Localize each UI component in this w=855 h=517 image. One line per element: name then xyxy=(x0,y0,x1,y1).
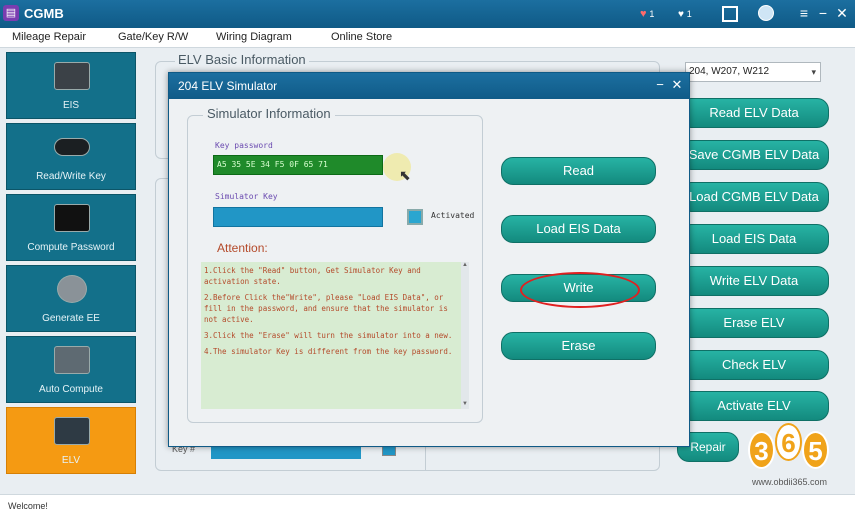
status-text: Welcome! xyxy=(8,501,48,511)
key-password-input[interactable]: A5 35 5E 34 F5 0F 65 71 xyxy=(213,155,383,175)
watermark-digit: 3 xyxy=(748,431,775,469)
watermark-digit: 6 xyxy=(775,423,802,461)
eis-icon xyxy=(54,62,90,90)
dialog-title: 204 ELV Simulator xyxy=(169,73,689,99)
menu-gate-key[interactable]: Gate/Key R/W xyxy=(118,31,188,43)
device-icon xyxy=(54,204,90,232)
globe-icon[interactable] xyxy=(758,5,774,21)
note-item: 4.The simulator Key is different from th… xyxy=(204,347,453,356)
simulator-key-label: Simulator Key xyxy=(215,192,278,201)
sidebar-item-eis[interactable]: EIS xyxy=(6,52,136,119)
menu-wiring-diagram[interactable]: Wiring Diagram xyxy=(216,31,292,43)
watermark-digit: 5 xyxy=(802,431,829,469)
write-elv-data-button[interactable]: Write ELV Data xyxy=(679,266,829,296)
heart-indicator[interactable]: ♥ 1 xyxy=(640,0,654,28)
key-password-label: Key password xyxy=(215,141,273,150)
erase-elv-button[interactable]: Erase ELV xyxy=(679,308,829,338)
mouse-cursor-icon: ⬉ xyxy=(399,167,411,183)
notes-scrollbar[interactable] xyxy=(461,262,469,409)
sidebar-item-compute-password[interactable]: Compute Password xyxy=(6,194,136,261)
activated-label: Activated xyxy=(431,211,475,220)
title-bar: ▤ CGMB ♥ 1 ♥ 1 ≡ − ✕ xyxy=(0,0,855,28)
dialog-close-button[interactable]: ✕ xyxy=(669,77,685,93)
activated-checkbox[interactable] xyxy=(407,209,423,225)
dialog-minimize-button[interactable]: − xyxy=(653,77,667,93)
sidebar-item-label: Generate EE xyxy=(42,313,100,324)
sidebar-item-label: Read/Write Key xyxy=(36,171,106,182)
simulator-info-title: Simulator Information xyxy=(203,106,335,121)
attention-title: Attention: xyxy=(217,241,268,255)
load-eis-data-button[interactable]: Load EIS Data xyxy=(679,224,829,254)
app-logo-icon: ▤ xyxy=(3,5,19,21)
elv-simulator-dialog: 204 ELV Simulator − ✕ Simulator Informat… xyxy=(168,72,690,447)
read-elv-data-button[interactable]: Read ELV Data xyxy=(679,98,829,128)
watermark-site: www.obdii365.com xyxy=(752,477,828,487)
write-highlight-annotation xyxy=(520,272,640,308)
simulator-key-input[interactable] xyxy=(213,207,383,227)
check-elv-button[interactable]: Check ELV xyxy=(679,350,829,380)
elv-icon xyxy=(54,417,90,445)
minimize-button[interactable]: − xyxy=(814,4,832,22)
close-button[interactable]: ✕ xyxy=(833,4,851,22)
sidebar: EIS Read/Write Key Compute Password Gene… xyxy=(0,48,143,478)
scroll-up-icon[interactable]: ▲ xyxy=(461,262,469,270)
sidebar-item-read-write-key[interactable]: Read/Write Key xyxy=(6,123,136,190)
key-icon xyxy=(54,138,90,156)
sidebar-item-generate-ee[interactable]: Generate EE xyxy=(6,265,136,332)
attention-notes: 1.Click the "Read" button, Get Simulator… xyxy=(201,262,467,409)
shield-icon: ♥ xyxy=(678,9,684,20)
app-title: CGMB xyxy=(24,6,64,21)
menu-online-store[interactable]: Online Store xyxy=(331,31,392,43)
model-select-value: 204, W207, W212 xyxy=(689,66,770,77)
menu-bar: Mileage Repair Gate/Key R/W Wiring Diagr… xyxy=(0,28,855,48)
computer-icon xyxy=(54,346,90,374)
note-item: 2.Before Click the"Write", please "Load … xyxy=(204,293,448,324)
sidebar-item-label: EIS xyxy=(62,100,80,111)
save-cgmb-elv-data-button[interactable]: Save CGMB ELV Data xyxy=(679,140,829,170)
sidebar-item-label: Auto Compute xyxy=(39,384,103,395)
load-eis-data-button[interactable]: Load EIS Data xyxy=(501,215,656,243)
sidebar-item-label: ELV xyxy=(61,455,81,466)
sidebar-item-auto-compute[interactable]: Auto Compute xyxy=(6,336,136,403)
read-button[interactable]: Read xyxy=(501,157,656,185)
sidebar-item-label: Compute Password xyxy=(27,242,115,253)
elv-basic-info-title: ELV Basic Information xyxy=(175,52,309,67)
menu-mileage-repair[interactable]: Mileage Repair xyxy=(12,31,86,43)
watermark-logo: 3 6 5 xyxy=(748,423,832,477)
note-item: 1.Click the "Read" button, Get Simulator… xyxy=(204,266,421,286)
load-cgmb-elv-data-button[interactable]: Load CGMB ELV Data xyxy=(679,182,829,212)
model-select[interactable]: 204, W207, W212 ▾ xyxy=(685,62,821,82)
chevron-down-icon: ▾ xyxy=(811,67,816,77)
status-bar: Welcome! xyxy=(0,494,855,517)
shield-indicator[interactable]: ♥ 1 xyxy=(678,0,692,28)
heart-icon: ♥ xyxy=(640,8,647,20)
menu-icon[interactable]: ≡ xyxy=(795,4,813,22)
note-item: 3.Click the "Erase" will turn the simula… xyxy=(204,331,453,340)
chip-icon xyxy=(57,275,87,303)
erase-button[interactable]: Erase xyxy=(501,332,656,360)
scroll-down-icon[interactable]: ▼ xyxy=(461,401,469,409)
sidebar-item-elv[interactable]: ELV xyxy=(6,407,136,474)
qr-code-icon[interactable] xyxy=(722,6,738,22)
activate-elv-button[interactable]: Activate ELV xyxy=(679,391,829,421)
